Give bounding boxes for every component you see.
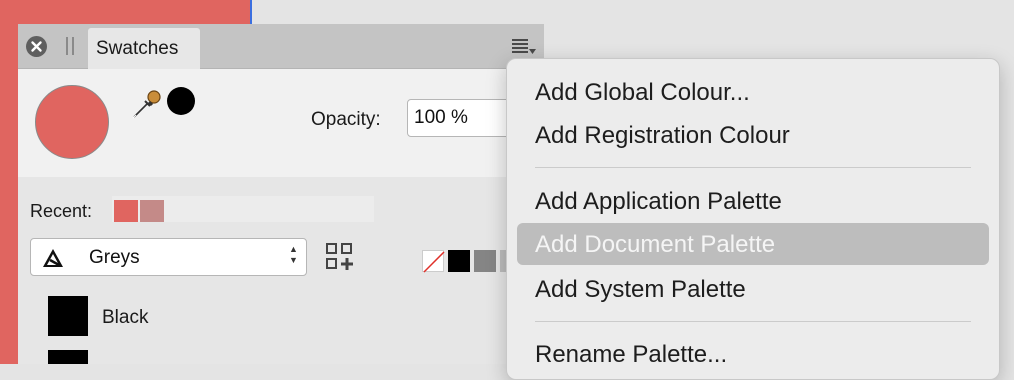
fill-colour-well[interactable] bbox=[35, 85, 109, 159]
canvas-background-right bbox=[252, 0, 1014, 24]
colour-section: Opacity: 100 % bbox=[18, 69, 544, 177]
menu-separator bbox=[535, 167, 971, 168]
quick-swatch-grey[interactable] bbox=[474, 250, 496, 272]
menu-add-system-palette[interactable]: Add System Palette bbox=[517, 268, 989, 310]
menu-add-document-palette[interactable]: Add Document Palette bbox=[517, 223, 989, 265]
canvas-background-top bbox=[18, 0, 250, 24]
tab-label: Swatches bbox=[96, 38, 179, 59]
none-swatch[interactable] bbox=[422, 250, 445, 273]
panel-dropdown-menu: Add Global Colour... Add Registration Co… bbox=[506, 58, 1000, 380]
add-palette-qr-icon[interactable] bbox=[325, 242, 355, 272]
panel-header: Swatches bbox=[18, 24, 544, 69]
palette-select[interactable]: Greys ▲ ▼ bbox=[30, 238, 307, 276]
opacity-field[interactable]: 100 % bbox=[407, 99, 517, 137]
quick-swatch-black[interactable] bbox=[448, 250, 470, 272]
recent-label: Recent: bbox=[30, 201, 93, 221]
tab-swatches[interactable]: Swatches bbox=[88, 28, 200, 69]
palette-name: Greys bbox=[89, 247, 140, 268]
select-arrows-icon: ▲ ▼ bbox=[289, 244, 298, 265]
menu-add-global-colour[interactable]: Add Global Colour... bbox=[517, 71, 989, 113]
menu-add-registration-colour[interactable]: Add Registration Colour bbox=[517, 114, 989, 156]
opacity-label: Opacity: bbox=[311, 109, 381, 130]
opacity-value: 100 % bbox=[414, 107, 468, 128]
menu-item-label: Add Application Palette bbox=[535, 188, 782, 215]
recent-swatch[interactable] bbox=[140, 200, 164, 222]
menu-rename-palette[interactable]: Rename Palette... bbox=[517, 333, 989, 375]
swatch-black[interactable] bbox=[48, 296, 88, 336]
swatch-label: Black bbox=[102, 307, 149, 328]
menu-separator bbox=[535, 321, 971, 322]
close-icon[interactable] bbox=[26, 36, 47, 57]
colour-picker-icon[interactable] bbox=[130, 87, 164, 121]
menu-item-label: Add Document Palette bbox=[535, 231, 776, 258]
swatch-next[interactable] bbox=[48, 350, 88, 364]
menu-item-label: Add Registration Colour bbox=[535, 122, 790, 149]
recent-swatch[interactable] bbox=[114, 200, 138, 222]
affinity-palette-icon bbox=[43, 249, 63, 267]
menu-item-label: Add System Palette bbox=[535, 276, 746, 303]
stroke-colour-well[interactable] bbox=[167, 87, 195, 115]
swatches-panel: Swatches Opacity: 100 % Recent: Greys ▲ … bbox=[18, 24, 544, 364]
menu-item-label: Rename Palette... bbox=[535, 341, 728, 368]
menu-item-label: Add Global Colour... bbox=[535, 79, 750, 106]
panel-menu-icon[interactable] bbox=[510, 36, 536, 56]
menu-add-application-palette[interactable]: Add Application Palette bbox=[517, 180, 989, 222]
drag-handle-icon[interactable] bbox=[66, 37, 75, 55]
canvas-background bbox=[0, 0, 18, 364]
